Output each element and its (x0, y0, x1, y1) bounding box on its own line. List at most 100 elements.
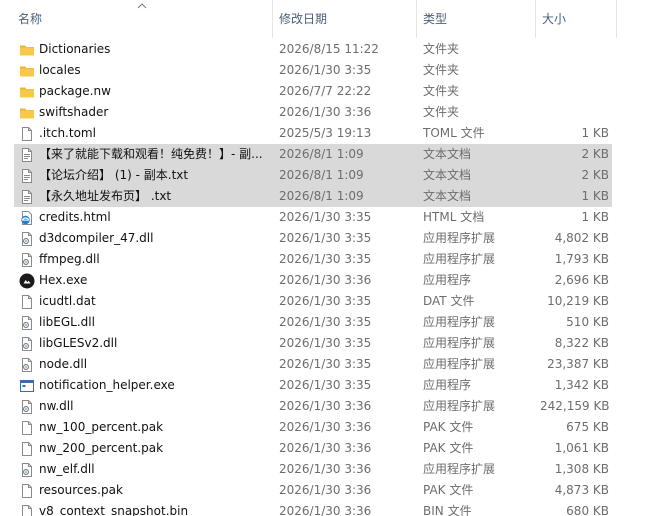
file-name: Hex.exe (39, 273, 88, 287)
file-modified-date: 2026/1/30 3:36 (279, 441, 372, 455)
file-size: 1 KB (581, 210, 609, 224)
file-size (540, 39, 609, 60)
file-type: 文件夹 (423, 42, 460, 56)
file-size: 10,219 KB (547, 294, 609, 308)
file-row[interactable]: nw.dll 2026/1/30 3:36 应用程序扩展 242,159 KB (0, 396, 672, 417)
column-header-size[interactable]: 大小 (536, 0, 616, 38)
file-row[interactable]: package.nw 2026/7/7 22:22 文件夹 (0, 81, 672, 102)
file-size: 675 KB (566, 420, 609, 434)
file-row[interactable]: 【论坛介绍】 (1) - 副本.txt 2026/8/1 1:09 文本文档 2 KB (0, 165, 672, 186)
file-name: package.nw (39, 84, 111, 98)
file-icon (19, 483, 35, 499)
file-row[interactable]: Hex.exe 2026/1/30 3:36 应用程序 2,696 KB (0, 270, 672, 291)
file-size: 1,308 KB (554, 462, 609, 476)
folder-icon (19, 105, 35, 121)
file-row[interactable]: swiftshader 2026/1/30 3:36 文件夹 (0, 102, 672, 123)
file-modified-date: 2026/1/30 3:36 (279, 273, 372, 287)
column-divider[interactable] (616, 0, 617, 38)
file-row[interactable]: 【来了就能下载和观看！纯免费！】- 副... 2026/8/1 1:09 文本文档 2… (0, 144, 672, 165)
dll-file-icon (19, 231, 35, 247)
file-type: 应用程序扩展 (423, 357, 496, 371)
file-row[interactable]: v8_context_snapshot.bin 2026/1/30 3:36 BIN… (0, 501, 672, 516)
file-row[interactable]: Dictionaries 2026/8/15 11:22 文件夹 (0, 39, 672, 60)
file-row[interactable]: d3dcompiler_47.dll 2026/1/30 3:35 应用程序扩展 4,… (0, 228, 672, 249)
column-header-type-label: 类型 (423, 12, 448, 26)
column-header-type[interactable]: 类型 (417, 0, 535, 38)
file-row[interactable]: libEGL.dll 2026/1/30 3:35 应用程序扩展 510 KB (0, 312, 672, 333)
dll-file-icon (19, 399, 35, 415)
file-row[interactable]: libGLESv2.dll 2026/1/30 3:35 应用程序扩展 8,322 K… (0, 333, 672, 354)
folder-icon (19, 63, 35, 79)
file-size: 2 KB (581, 147, 609, 161)
file-size (540, 81, 609, 102)
file-type: 文本文档 (423, 189, 472, 203)
file-modified-date: 2026/1/30 3:36 (279, 420, 372, 434)
file-type: 文件夹 (423, 63, 460, 77)
file-modified-date: 2025/5/3 19:13 (279, 126, 372, 140)
file-size: 1,342 KB (554, 378, 609, 392)
html-file-icon (19, 210, 35, 226)
file-row[interactable]: credits.html 2026/1/30 3:35 HTML 文档 1 KB (0, 207, 672, 228)
file-modified-date: 2026/8/1 1:09 (279, 168, 364, 182)
file-modified-date: 2026/1/30 3:35 (279, 252, 372, 266)
folder-icon (19, 42, 35, 58)
file-type: 应用程序扩展 (423, 399, 496, 413)
file-size: 4,802 KB (554, 231, 609, 245)
file-name: nw_100_percent.pak (39, 420, 164, 434)
file-icon (19, 126, 35, 142)
file-name: .itch.toml (39, 126, 96, 140)
file-row[interactable]: nw_elf.dll 2026/1/30 3:36 应用程序扩展 1,308 KB (0, 459, 672, 480)
file-modified-date: 2026/1/30 3:36 (279, 105, 372, 119)
file-row[interactable]: resources.pak 2026/1/30 3:36 PAK 文件 4,873 K… (0, 480, 672, 501)
file-name: ffmpeg.dll (39, 252, 100, 266)
file-modified-date: 2026/1/30 3:35 (279, 294, 372, 308)
file-row[interactable]: node.dll 2026/1/30 3:35 应用程序扩展 23,387 KB (0, 354, 672, 375)
file-name: credits.html (39, 210, 111, 224)
file-type: 应用程序 (423, 378, 472, 392)
file-type: HTML 文档 (423, 210, 485, 224)
file-modified-date: 2026/1/30 3:35 (279, 210, 372, 224)
file-size: 510 KB (566, 315, 609, 329)
file-row[interactable]: 【永久地址发布页】 .txt 2026/8/1 1:09 文本文档 1 KB (0, 186, 672, 207)
file-modified-date: 2026/1/30 3:35 (279, 63, 372, 77)
file-size (540, 102, 609, 123)
file-size: 8,322 KB (554, 336, 609, 350)
app-exe-icon (19, 273, 35, 289)
file-list: Dictionaries 2026/8/15 11:22 文件夹 locales 202… (0, 39, 672, 516)
file-type: PAK 文件 (423, 441, 474, 455)
file-row[interactable]: notification_helper.exe 2026/1/30 3:35 应用程… (0, 375, 672, 396)
file-modified-date: 2026/1/30 3:35 (279, 378, 372, 392)
file-type: BIN 文件 (423, 504, 472, 516)
file-type: 应用程序 (423, 273, 472, 287)
file-size: 1 KB (581, 189, 609, 203)
file-row[interactable]: icudtl.dat 2026/1/30 3:35 DAT 文件 10,219 KB (0, 291, 672, 312)
file-type: 应用程序扩展 (423, 231, 496, 245)
dll-file-icon (19, 336, 35, 352)
file-name: v8_context_snapshot.bin (39, 504, 189, 516)
file-row[interactable]: locales 2026/1/30 3:35 文件夹 (0, 60, 672, 81)
file-type: 应用程序扩展 (423, 336, 496, 350)
file-modified-date: 2026/1/30 3:36 (279, 483, 372, 497)
file-name: 【永久地址发布页】 .txt (39, 189, 172, 203)
column-header-date-label: 修改日期 (279, 12, 328, 26)
column-header-name[interactable]: 名称 (12, 0, 271, 38)
file-size: 1,061 KB (554, 441, 609, 455)
column-header-date[interactable]: 修改日期 (273, 0, 416, 38)
file-row[interactable]: ffmpeg.dll 2026/1/30 3:35 应用程序扩展 1,793 KB (0, 249, 672, 270)
dll-file-icon (19, 315, 35, 331)
file-size: 23,387 KB (547, 357, 609, 371)
file-name: resources.pak (39, 483, 123, 497)
file-type: PAK 文件 (423, 420, 474, 434)
file-type: 文件夹 (423, 84, 460, 98)
file-row[interactable]: nw_100_percent.pak 2026/1/30 3:36 PAK 文件 67… (0, 417, 672, 438)
file-modified-date: 2026/1/30 3:36 (279, 504, 372, 516)
file-modified-date: 2026/1/30 3:35 (279, 336, 372, 350)
file-name: notification_helper.exe (39, 378, 175, 392)
file-row[interactable]: .itch.toml 2025/5/3 19:13 TOML 文件 1 KB (0, 123, 672, 144)
folder-icon (19, 84, 35, 100)
file-name: locales (39, 63, 81, 77)
file-modified-date: 2026/1/30 3:36 (279, 399, 372, 413)
file-explorer: 名称 修改日期 类型 大小 Dictionaries 2026/8/15 11:2… (0, 0, 672, 516)
text-file-icon (19, 189, 35, 205)
file-row[interactable]: nw_200_percent.pak 2026/1/30 3:36 PAK 文件 1,… (0, 438, 672, 459)
